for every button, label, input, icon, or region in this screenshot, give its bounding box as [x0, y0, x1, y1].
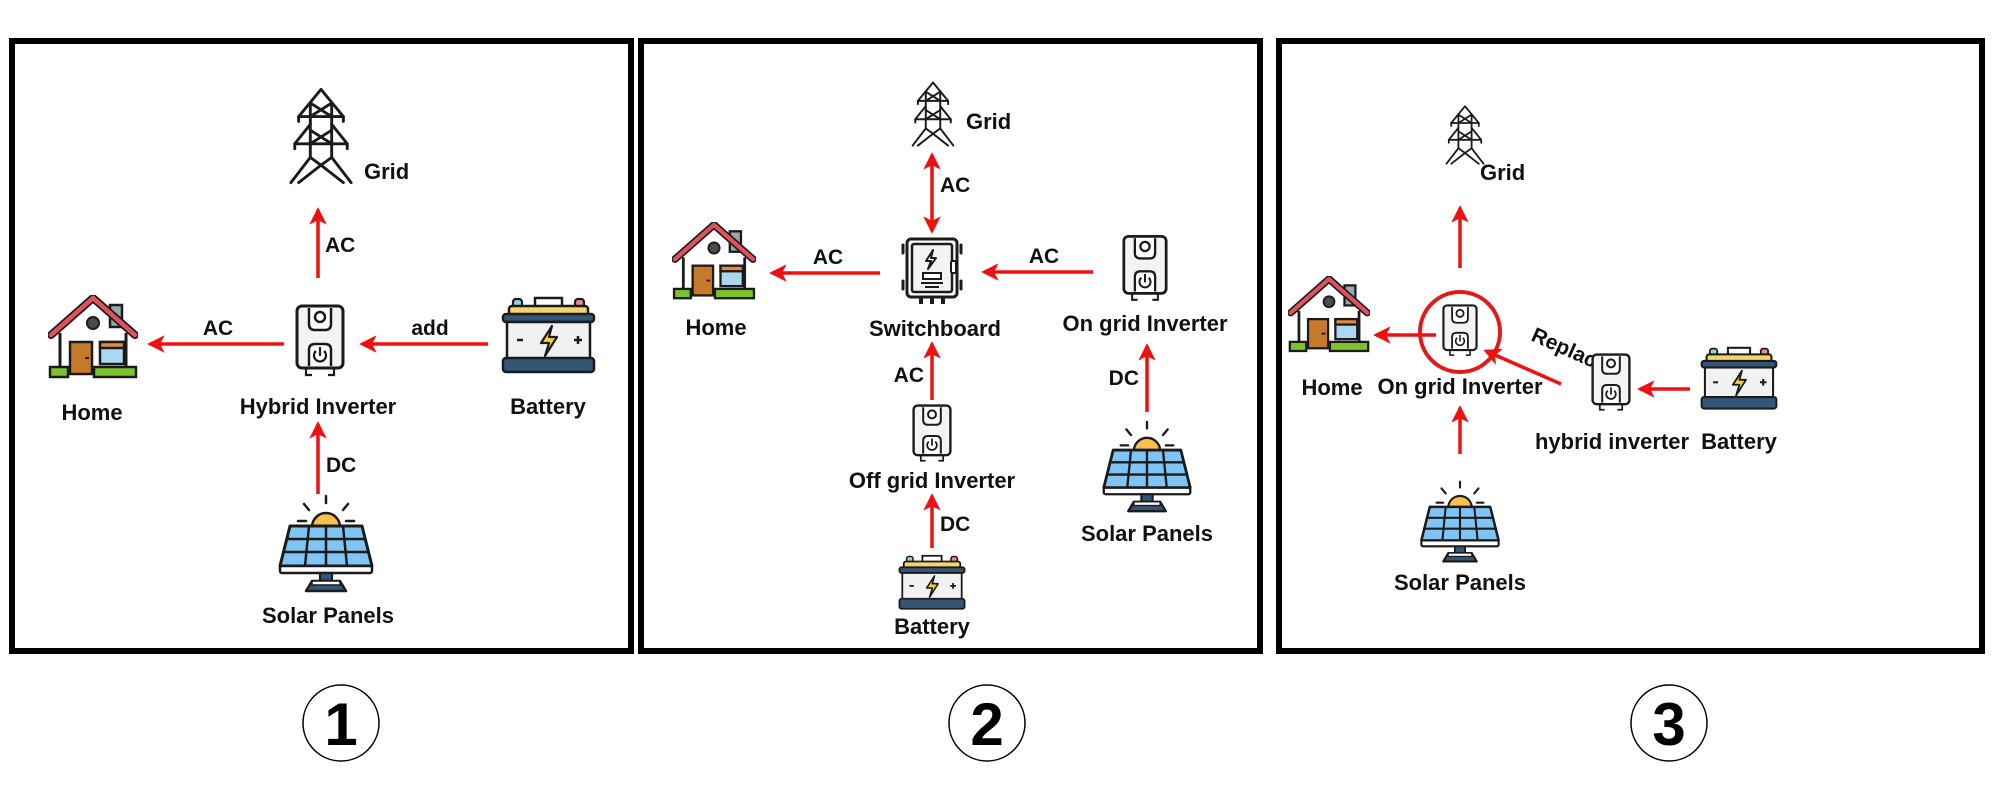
- inverter-icon: [912, 404, 952, 462]
- node-label-solar-panels: Solar Panels: [262, 603, 394, 628]
- diagram-canvas: Grid AC Home AC Hybrid Inverter add Batt…: [9, 38, 1985, 762]
- battery-icon: [898, 554, 966, 610]
- node-label-solar-panels: Solar Panels: [1394, 570, 1526, 595]
- panel-3-frame: [1276, 38, 1985, 654]
- panel-number-2: 2: [970, 691, 1003, 758]
- panel-number-badge-3: 3: [1630, 684, 1708, 762]
- edge-label-ac: AC: [325, 234, 355, 257]
- node-label-switchboard: Switchboard: [869, 316, 1001, 341]
- node-label-home: Home: [685, 315, 746, 340]
- inverter-icon: [295, 304, 345, 377]
- node-label-hybrid-inverter: hybrid inverter: [1535, 429, 1689, 454]
- panel-number-1: 1: [324, 691, 357, 758]
- inverter-icon: [1591, 353, 1631, 412]
- node-label-on-grid-inverter: On grid Inverter: [1062, 311, 1227, 336]
- panel-1: Grid AC Home AC Hybrid Inverter add Batt…: [9, 38, 634, 654]
- node-label-on-grid-inverter: On grid Inverter: [1377, 374, 1542, 399]
- battery-icon: [501, 296, 596, 374]
- panel-3: Grid Home On grid Inverter Replace hybri…: [1276, 38, 1985, 654]
- inverter-icon: [1122, 234, 1168, 302]
- edge-label-ac: AC: [203, 317, 233, 340]
- inverter-icon: [1442, 304, 1478, 357]
- node-label-home: Home: [61, 400, 122, 425]
- edge-label-ac: AC: [940, 174, 970, 197]
- panel-number-3: 3: [1652, 691, 1685, 758]
- panel-number-badge-2: 2: [948, 684, 1026, 762]
- node-label-home: Home: [1301, 375, 1362, 400]
- node-label-hybrid-inverter: Hybrid Inverter: [240, 394, 397, 419]
- edge-label-ac: AC: [1029, 245, 1059, 268]
- panel-2: Grid AC Home AC Switchboard AC On grid I…: [638, 38, 1263, 654]
- node-label-off-grid-inverter: Off grid Inverter: [849, 468, 1016, 493]
- node-label-grid: Grid: [364, 159, 409, 184]
- edge-label-add: add: [411, 317, 448, 340]
- panel-number-badge-1: 1: [302, 684, 380, 762]
- edge-label-ac: AC: [813, 246, 843, 269]
- node-label-battery: Battery: [894, 614, 971, 639]
- node-label-grid: Grid: [1480, 160, 1525, 185]
- edge-label-dc: DC: [940, 513, 970, 536]
- node-label-grid: Grid: [966, 109, 1011, 134]
- edge-label-dc: DC: [326, 454, 356, 477]
- battery-icon: [1700, 346, 1778, 410]
- node-label-battery: Battery: [1701, 429, 1778, 454]
- node-label-battery: Battery: [510, 394, 587, 419]
- edge-label-dc: DC: [1109, 367, 1139, 390]
- edge-label-ac: AC: [894, 364, 924, 387]
- node-label-solar-panels: Solar Panels: [1081, 521, 1213, 546]
- switchboard-icon: [901, 237, 963, 306]
